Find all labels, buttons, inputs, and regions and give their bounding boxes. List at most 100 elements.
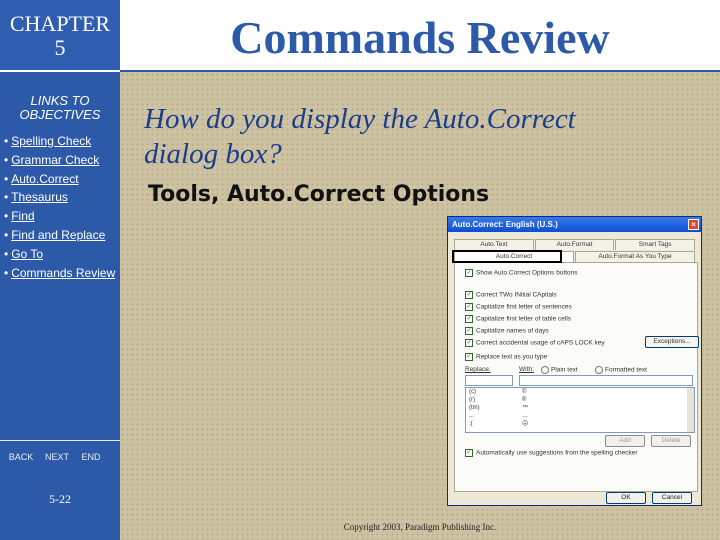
dialog-titlebar: Auto.Correct: English (U.S.) × (448, 217, 701, 232)
with-label: With: (519, 366, 534, 373)
entry-list[interactable]: (c) © (r) ® (tm) ™ ... … :( ☹ (465, 387, 695, 433)
link-item[interactable]: • Commands Review (4, 264, 115, 283)
option-row[interactable]: ✓ Show Auto.Correct Options buttons (465, 269, 578, 278)
chapter-label: CHAPTER (9, 11, 111, 36)
option-row[interactable]: ✓ Capitalize first letter of sentences (465, 303, 572, 312)
link-grammar-check[interactable]: Grammar Check (11, 153, 99, 167)
radio-plain-text[interactable] (541, 366, 549, 374)
formatted-text-option[interactable]: Formatted text (595, 366, 647, 375)
bullet: • (4, 209, 9, 224)
plain-text-option[interactable]: Plain text (541, 366, 578, 375)
end-button[interactable]: END (76, 450, 106, 464)
back-button[interactable]: BACK (6, 450, 36, 464)
list-item[interactable]: :( ☹ (466, 420, 694, 428)
option-row[interactable]: ✓ Correct accidental usage of cAPS LOCK k… (465, 339, 605, 348)
checkbox[interactable]: ✓ (465, 353, 473, 361)
option-label: Capitalize names of days (476, 327, 549, 335)
bullet: • (4, 265, 9, 280)
ok-button[interactable]: OK (606, 492, 646, 504)
tab-smart-tags[interactable]: Smart Tags (615, 239, 696, 250)
option-label: Correct TWo INitial CApitals (476, 291, 557, 299)
link-item[interactable]: • Spelling Check (4, 132, 115, 151)
tab-autoformat[interactable]: Auto.Format (534, 239, 615, 250)
link-find-and-replace[interactable]: Find and Replace (11, 228, 105, 242)
entry-value: … (522, 413, 528, 419)
option-row[interactable]: ✓ Capitalize names of days (465, 327, 549, 336)
link-commands-review[interactable]: Commands Review (11, 266, 115, 280)
entry-value: © (522, 389, 527, 395)
option-row[interactable]: ✓ Capitalize first letter of table cells (465, 315, 571, 324)
links-title: LINKS TO OBJECTIVES (0, 94, 120, 122)
delete-button[interactable]: Delete (651, 435, 691, 447)
dialog-title: Auto.Correct: English (U.S.) (452, 220, 558, 229)
entry-key: (r) (469, 397, 475, 403)
question-line2: dialog box? (144, 138, 282, 170)
link-item[interactable]: • Grammar Check (4, 151, 115, 170)
option-row[interactable]: ✓ Replace text as you type (465, 353, 547, 362)
entry-key: :( (469, 421, 473, 427)
link-find[interactable]: Find (11, 209, 34, 223)
list-item[interactable]: (r) ® (466, 396, 694, 404)
entry-key: (tm) (469, 405, 480, 411)
entry-value: ☹ (522, 421, 529, 427)
list-item[interactable]: (tm) ™ (466, 404, 694, 412)
link-spelling-check[interactable]: Spelling Check (11, 134, 91, 148)
link-item[interactable]: • Auto.Correct (4, 170, 115, 189)
exceptions-button[interactable]: Exceptions... (645, 336, 699, 348)
tab-highlight-box (452, 250, 562, 263)
checkbox[interactable]: ✓ (465, 449, 473, 457)
chapter-box: CHAPTER 5 (0, 0, 120, 72)
bullet: • (4, 152, 9, 167)
link-item[interactable]: • Find (4, 207, 115, 226)
option-label: Correct accidental usage of cAPS LOCK ke… (476, 339, 605, 347)
question-line1: How do you display the Auto.Correct (144, 103, 576, 135)
bullet: • (4, 227, 9, 242)
with-input[interactable] (519, 375, 693, 386)
option-row[interactable]: ✓ Correct TWo INitial CApitals (465, 291, 557, 300)
copyright-text: Copyright 2003, Paradigm Publishing Inc. (343, 522, 497, 532)
tab-row-top: Auto.Text Auto.Format Smart Tags (454, 239, 696, 250)
close-icon[interactable]: × (688, 219, 699, 230)
plain-text-label: Plain text (551, 366, 578, 374)
list-item[interactable]: (c) © (466, 388, 694, 396)
link-thesaurus[interactable]: Thesaurus (11, 190, 68, 204)
add-button[interactable]: Add (605, 435, 645, 447)
checkbox[interactable]: ✓ (465, 339, 473, 347)
checkbox[interactable]: ✓ (465, 315, 473, 323)
next-button[interactable]: NEXT (42, 450, 72, 464)
page-number: 5-22 (49, 492, 71, 506)
formatted-text-label: Formatted text (605, 366, 647, 374)
checkbox[interactable]: ✓ (465, 291, 473, 299)
link-item[interactable]: • Thesaurus (4, 188, 115, 207)
checkbox[interactable]: ✓ (465, 303, 473, 311)
slide-title: Commands Review (230, 12, 610, 63)
links-title-line2: OBJECTIVES (19, 107, 101, 122)
nav-divider (0, 440, 120, 441)
tab-autotext[interactable]: Auto.Text (454, 239, 534, 250)
option-label: Show Auto.Correct Options buttons (476, 269, 578, 277)
dialog-panel: ✓ Show Auto.Correct Options buttons ✓ Corr… (454, 262, 699, 492)
link-go-to[interactable]: Go To (11, 247, 43, 261)
replace-input[interactable] (465, 375, 513, 386)
tab-autoformat-as-you-type[interactable]: Auto.Format As You Type (575, 251, 695, 262)
entry-value: ® (522, 397, 527, 403)
radio-formatted-text[interactable] (595, 366, 603, 374)
bullet: • (4, 190, 9, 205)
checkbox[interactable]: ✓ (465, 327, 473, 335)
link-autocorrect[interactable]: Auto.Correct (11, 172, 78, 186)
list-scrollbar[interactable] (687, 388, 694, 432)
auto-suggest-label: Automatically use suggestions from the s… (476, 449, 638, 457)
link-item[interactable]: • Go To (4, 245, 115, 264)
answer-text: Tools, Auto.Correct Options (148, 182, 490, 207)
bullet: • (4, 246, 9, 261)
link-item[interactable]: • Find and Replace (4, 226, 115, 245)
list-item[interactable]: ... … (466, 412, 694, 420)
option-label: Capitalize first letter of sentences (476, 303, 572, 311)
checkbox[interactable]: ✓ (465, 269, 473, 277)
entry-key: ... (469, 413, 475, 419)
objectives-links: • Spelling Check • Grammar Check • Auto.Cor… (4, 132, 115, 282)
auto-suggest-option[interactable]: ✓ Automatically use suggestions from the … (465, 449, 638, 458)
cancel-button[interactable]: Cancel (652, 492, 692, 504)
question-text: How do you display the Auto.Correct dial… (144, 102, 664, 172)
option-label: Capitalize first letter of table cells (476, 315, 572, 323)
